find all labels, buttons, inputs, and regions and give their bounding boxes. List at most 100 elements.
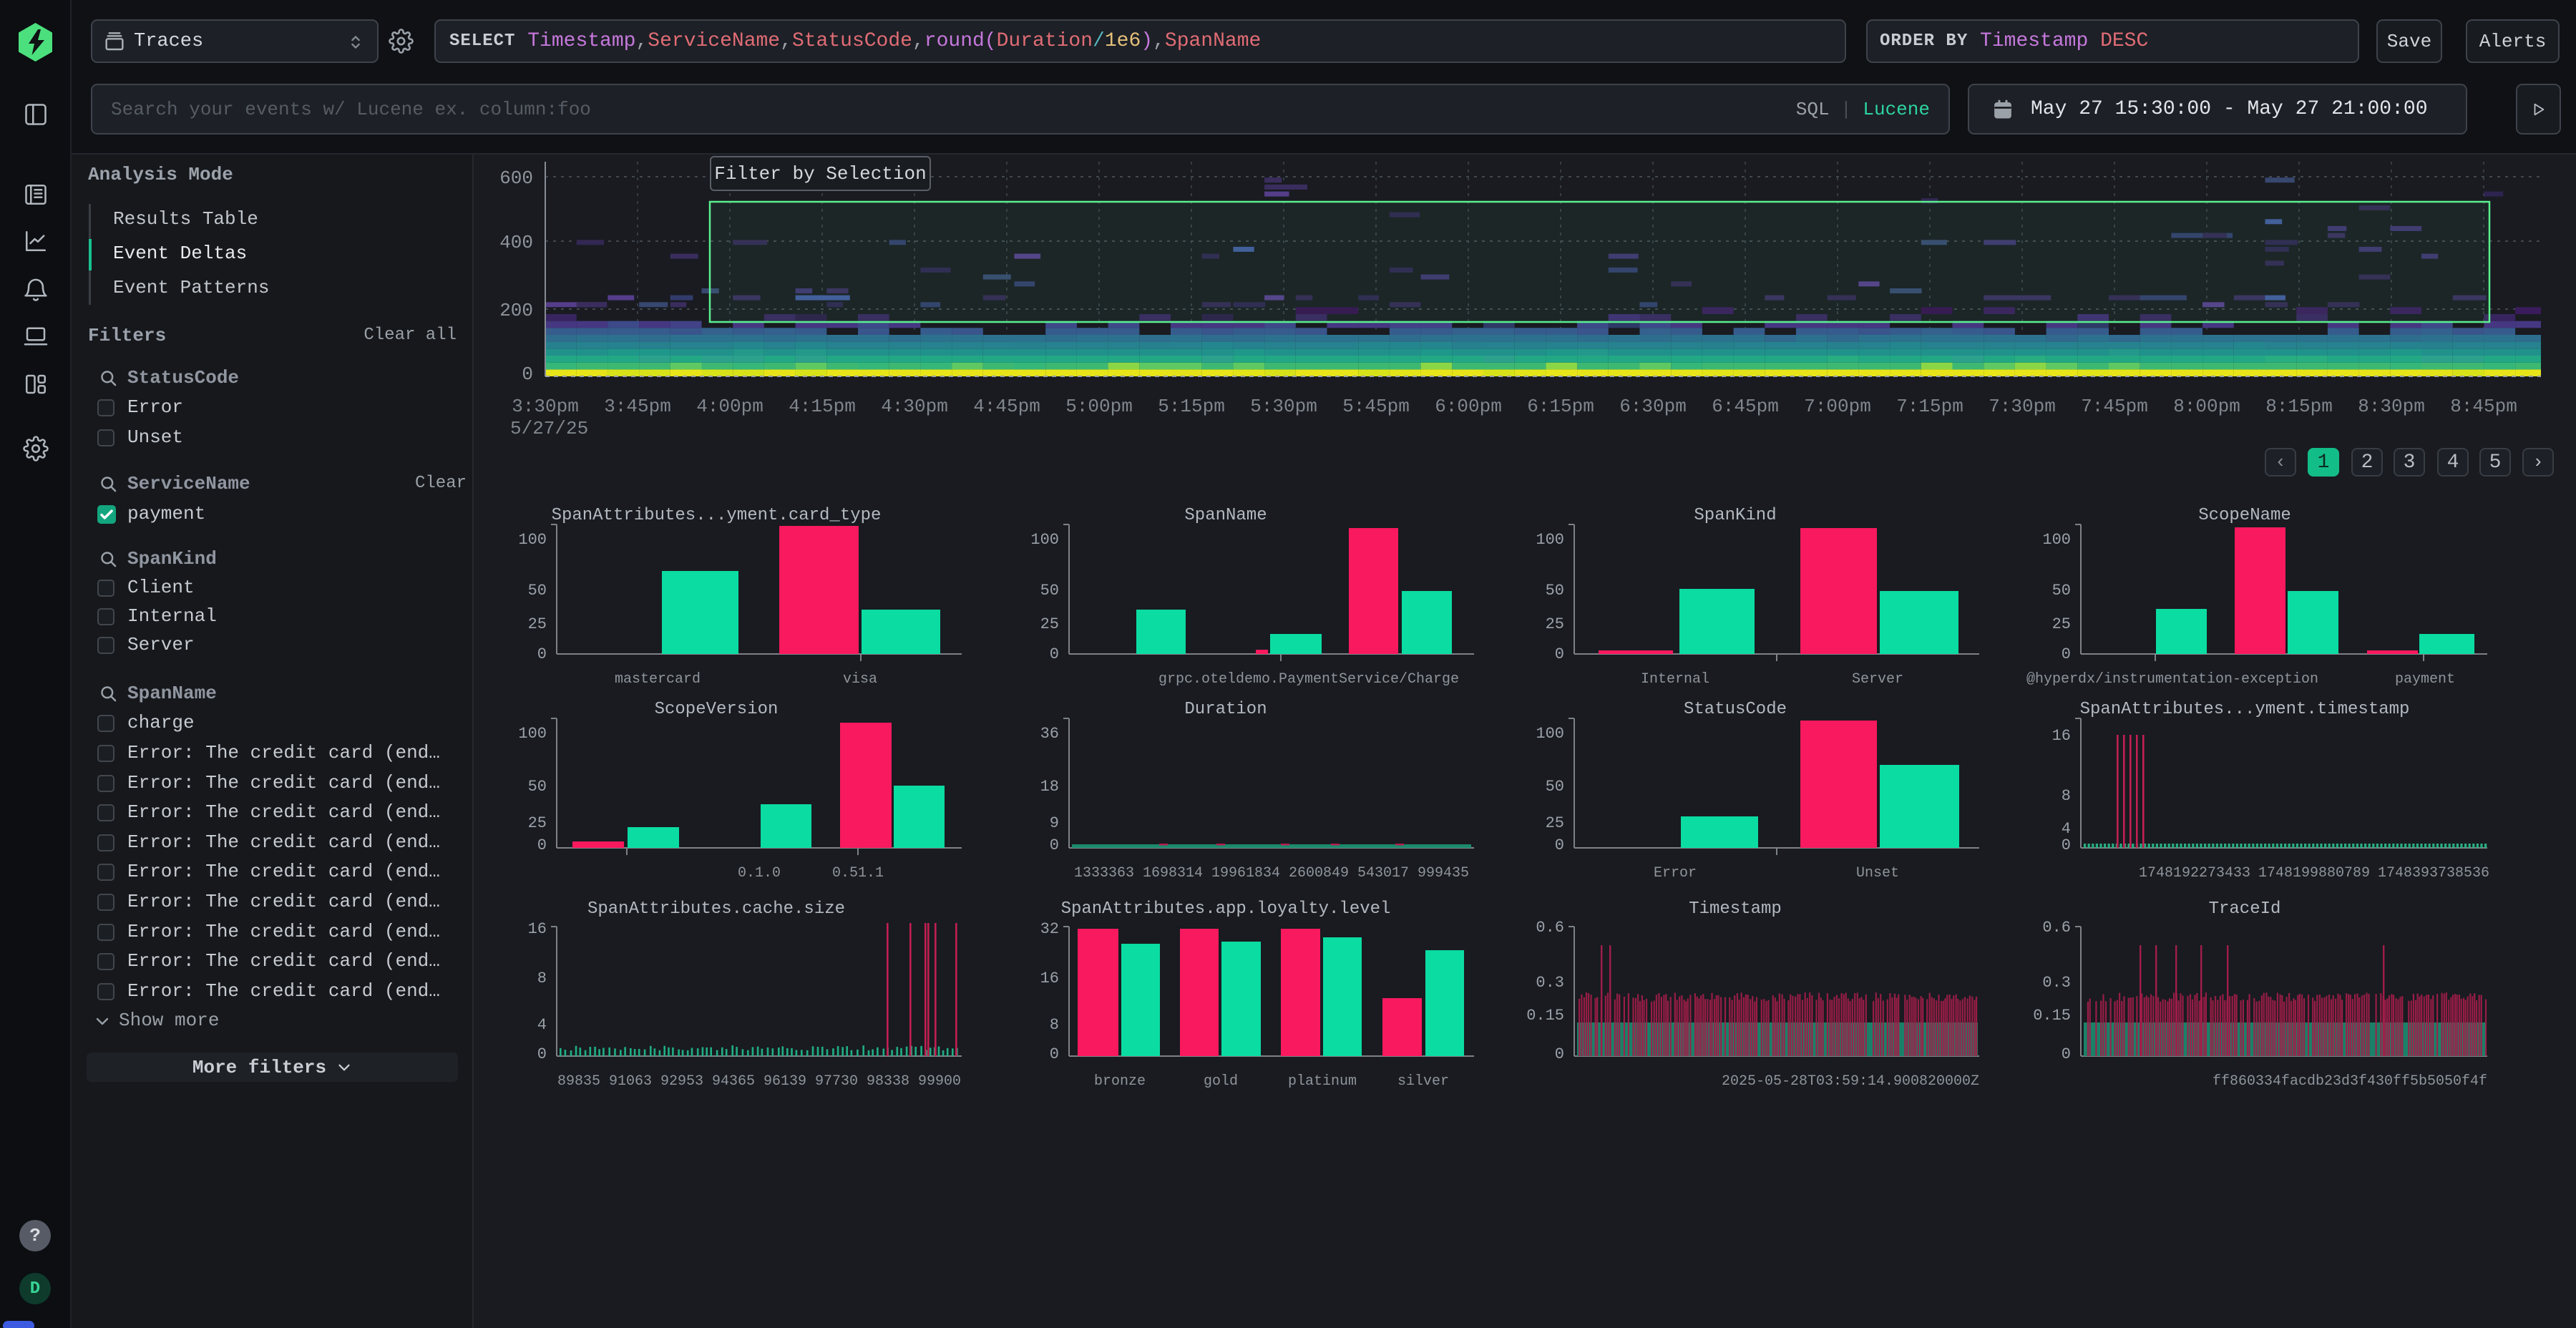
svg-text:0: 0 [537, 645, 547, 663]
svg-text:Error: Error [1654, 865, 1697, 882]
svg-text:4: 4 [2062, 820, 2071, 838]
svg-text:7:00pm: 7:00pm [1804, 396, 1871, 417]
svg-text:50: 50 [1546, 582, 1564, 600]
svg-text:Unset: Unset [1856, 865, 1899, 882]
svg-text:SpanAttributes.app.loyalty.lev: SpanAttributes.app.loyalty.level [1061, 899, 1391, 919]
svg-text:400: 400 [499, 232, 533, 253]
svg-text:0.6: 0.6 [2042, 919, 2071, 937]
svg-text:8: 8 [537, 970, 547, 987]
svg-text:18: 18 [1040, 778, 1059, 796]
svg-text:50: 50 [528, 778, 547, 796]
svg-text:600: 600 [499, 167, 533, 189]
svg-text:16: 16 [528, 920, 547, 938]
svg-text:ScopeVersion: ScopeVersion [655, 700, 779, 719]
svg-text:bronze: bronze [1094, 1073, 1146, 1090]
svg-text:Internal: Internal [1641, 671, 1709, 688]
svg-text:50: 50 [2052, 582, 2071, 600]
svg-text:0.3: 0.3 [1536, 974, 1564, 992]
svg-text:5/27/25: 5/27/25 [510, 418, 588, 439]
svg-text:4:30pm: 4:30pm [881, 396, 948, 417]
svg-text:50: 50 [1040, 582, 1059, 600]
svg-text:5:45pm: 5:45pm [1342, 396, 1410, 417]
svg-text:SpanAttributes...yment.card_ty: SpanAttributes...yment.card_type [552, 506, 882, 525]
svg-text:Server: Server [1852, 671, 1903, 688]
svg-text:9: 9 [1050, 814, 1059, 832]
svg-text:100: 100 [518, 725, 547, 743]
svg-text:25: 25 [528, 814, 547, 832]
svg-text:1748199880789: 1748199880789 [2258, 865, 2370, 882]
svg-text:8:30pm: 8:30pm [2358, 396, 2425, 417]
svg-text:8: 8 [2062, 787, 2071, 805]
svg-text:mastercard: mastercard [615, 671, 701, 688]
svg-text:platinum: platinum [1288, 1073, 1357, 1090]
svg-text:6:30pm: 6:30pm [1619, 396, 1687, 417]
svg-text:200: 200 [499, 300, 533, 321]
svg-text:25: 25 [1546, 814, 1564, 832]
svg-text:ff860334facdb23d3f430ff5b5050f: ff860334facdb23d3f430ff5b5050f4f [2212, 1073, 2487, 1090]
svg-text:100: 100 [1536, 725, 1564, 743]
svg-text:4:45pm: 4:45pm [973, 396, 1040, 417]
svg-text:0.6: 0.6 [1536, 919, 1564, 937]
svg-text:SpanName: SpanName [1184, 506, 1267, 525]
svg-text:89835 91063 92953 94365 96139: 89835 91063 92953 94365 96139 97730 9833… [557, 1073, 961, 1090]
svg-text:25: 25 [528, 615, 547, 633]
svg-text:SpanAttributes.cache.size: SpanAttributes.cache.size [587, 899, 845, 919]
svg-text:Timestamp: Timestamp [1689, 899, 1782, 919]
svg-text:1333363 1698314 19961834 26008: 1333363 1698314 19961834 2600849 543017 … [1074, 865, 1469, 882]
svg-text:6:15pm: 6:15pm [1527, 396, 1594, 417]
svg-text:grpc.oteldemo.PaymentService/C: grpc.oteldemo.PaymentService/Charge [1158, 671, 1459, 688]
svg-text:32: 32 [1040, 920, 1059, 938]
svg-text:0: 0 [1555, 1045, 1564, 1063]
svg-text:50: 50 [1546, 778, 1564, 796]
svg-text:silver: silver [1397, 1073, 1449, 1090]
svg-text:50: 50 [528, 582, 547, 600]
svg-text:7:45pm: 7:45pm [2081, 396, 2148, 417]
svg-text:0: 0 [1050, 836, 1059, 854]
svg-text:0.15: 0.15 [1526, 1007, 1564, 1025]
svg-text:gold: gold [1204, 1073, 1238, 1090]
svg-text:0.1.0: 0.1.0 [738, 865, 781, 882]
svg-text:0: 0 [1050, 1045, 1059, 1063]
svg-text:Duration: Duration [1184, 700, 1267, 719]
svg-text:1748393738536: 1748393738536 [2378, 865, 2489, 882]
svg-text:8:45pm: 8:45pm [2450, 396, 2517, 417]
svg-text:100: 100 [1536, 531, 1564, 549]
svg-text:4: 4 [537, 1016, 547, 1034]
svg-text:SpanAttributes...yment.timesta: SpanAttributes...yment.timestamp [2080, 700, 2410, 719]
svg-text:0: 0 [2062, 836, 2071, 854]
svg-text:TraceId: TraceId [2209, 899, 2281, 919]
svg-text:100: 100 [518, 531, 547, 549]
svg-text:0: 0 [537, 836, 547, 854]
svg-text:payment: payment [2395, 671, 2455, 688]
svg-text:0: 0 [537, 1045, 547, 1063]
svg-text:25: 25 [1040, 615, 1059, 633]
svg-text:25: 25 [2052, 615, 2071, 633]
svg-text:8: 8 [1050, 1016, 1059, 1034]
svg-text:16: 16 [2052, 727, 2071, 745]
svg-text:0.15: 0.15 [2033, 1007, 2071, 1025]
svg-text:@hyperdx/instrumentation-excep: @hyperdx/instrumentation-exception [2026, 671, 2318, 688]
svg-text:0: 0 [2062, 1045, 2071, 1063]
svg-text:36: 36 [1040, 725, 1059, 743]
svg-text:0.51.1: 0.51.1 [832, 865, 884, 882]
svg-text:5:30pm: 5:30pm [1250, 396, 1317, 417]
svg-text:5:15pm: 5:15pm [1158, 396, 1225, 417]
svg-text:SpanKind: SpanKind [1694, 506, 1776, 525]
svg-text:ScopeName: ScopeName [2198, 506, 2291, 525]
svg-text:100: 100 [1030, 531, 1059, 549]
svg-text:7:15pm: 7:15pm [1896, 396, 1963, 417]
svg-text:0: 0 [2062, 645, 2071, 663]
svg-text:0.3: 0.3 [2042, 974, 2071, 992]
svg-text:0: 0 [1050, 645, 1059, 663]
svg-text:25: 25 [1546, 615, 1564, 633]
svg-text:0: 0 [1555, 836, 1564, 854]
svg-text:0: 0 [522, 363, 533, 385]
svg-text:1748192273433: 1748192273433 [2139, 865, 2250, 882]
svg-text:16: 16 [1040, 970, 1059, 987]
svg-text:6:45pm: 6:45pm [1712, 396, 1779, 417]
svg-text:4:00pm: 4:00pm [696, 396, 763, 417]
svg-text:2025-05-28T03:59:14.900820000Z: 2025-05-28T03:59:14.900820000Z [1722, 1073, 1979, 1090]
svg-text:StatusCode: StatusCode [1684, 700, 1787, 719]
svg-text:8:15pm: 8:15pm [2265, 396, 2333, 417]
svg-text:7:30pm: 7:30pm [1989, 396, 2056, 417]
